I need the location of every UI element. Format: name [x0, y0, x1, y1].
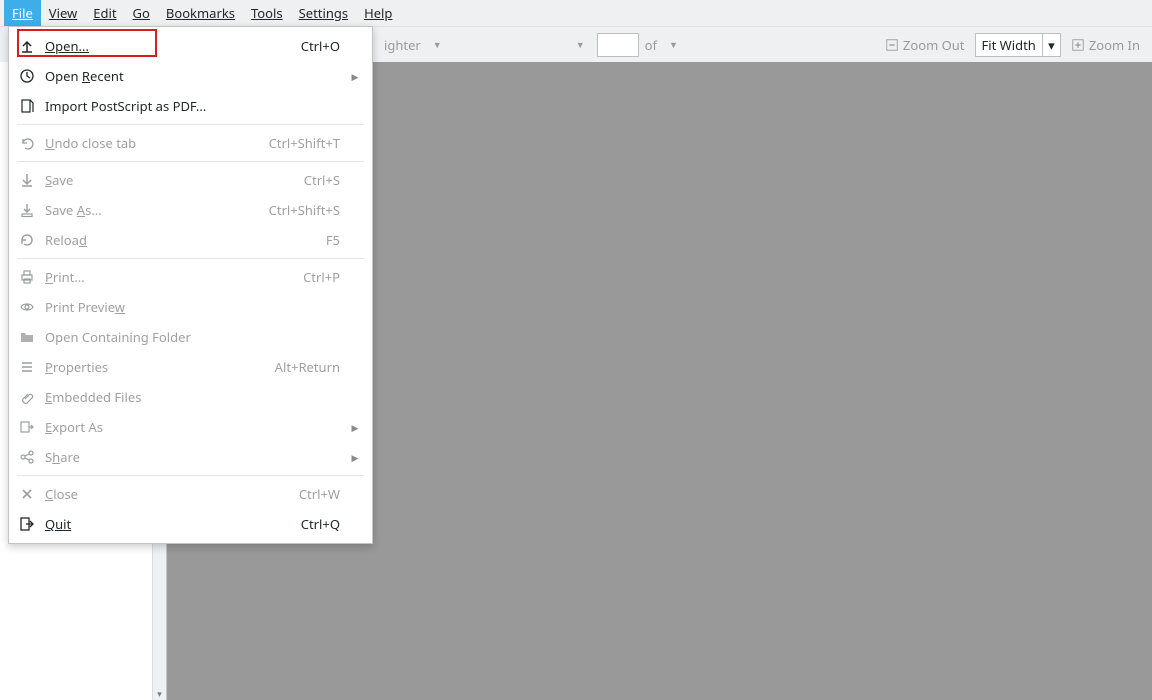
menu-separator	[17, 475, 364, 476]
menuitem-print-preview: Print Preview	[9, 292, 372, 322]
toolbar-page-input[interactable]	[597, 33, 639, 57]
menuitem-save-shortcut: Ctrl+S	[304, 171, 340, 189]
menu-separator	[17, 124, 364, 125]
menuitem-print-label: Print...	[45, 268, 293, 286]
menuitem-close-shortcut: Ctrl+W	[299, 485, 340, 503]
menuitem-close-label: Close	[45, 485, 289, 503]
toolbar-page-next-drop[interactable]: ▼	[663, 38, 684, 51]
menuitem-save-as: Save As... Ctrl+Shift+S	[9, 195, 372, 225]
menuitem-undo-close-tab: Undo close tab Ctrl+Shift+T	[9, 128, 372, 158]
export-icon	[19, 419, 35, 435]
toolbar-page-prev-drop[interactable]: ▼	[570, 38, 591, 51]
menuitem-import-ps[interactable]: Import PostScript as PDF...	[9, 91, 372, 121]
menuitem-open-recent-label: Open Recent	[45, 67, 340, 85]
menuitem-print-preview-label: Print Preview	[45, 298, 340, 316]
share-icon	[19, 449, 35, 465]
reload-icon	[19, 232, 35, 248]
menuitem-undo-close-shortcut: Ctrl+Shift+T	[269, 134, 340, 152]
print-icon	[19, 269, 35, 285]
clock-icon	[19, 68, 35, 84]
menu-edit[interactable]: Edit	[85, 0, 124, 26]
menuitem-export-as: Export As ▶	[9, 412, 372, 442]
save-as-icon	[19, 202, 35, 218]
menuitem-open-label: Open...	[45, 37, 291, 55]
menuitem-save-label: Save	[45, 171, 294, 189]
menuitem-reload: Reload F5	[9, 225, 372, 255]
menuitem-share: Share ▶	[9, 442, 372, 472]
toolbar-highlighter-drop[interactable]: ▼	[427, 38, 448, 51]
file-menu-dropdown: Open... Ctrl+O Open Recent ▶ Import Post…	[8, 26, 373, 544]
zoom-out-label: Zoom Out	[903, 36, 965, 54]
menuitem-save-as-label: Save As...	[45, 201, 259, 219]
import-icon	[19, 98, 35, 114]
menuitem-open-folder-label: Open Containing Folder	[45, 328, 340, 346]
menuitem-import-ps-label: Import PostScript as PDF...	[45, 97, 340, 115]
menuitem-properties: Properties Alt+Return	[9, 352, 372, 382]
toolbar-of-label: of	[645, 36, 657, 54]
quit-icon	[19, 516, 35, 532]
zoom-in-label: Zoom In	[1089, 36, 1140, 54]
menuitem-print-shortcut: Ctrl+P	[303, 268, 340, 286]
menuitem-export-as-label: Export As	[45, 418, 340, 436]
submenu-arrow-icon: ▶	[350, 421, 360, 434]
menuitem-open-shortcut: Ctrl+O	[301, 37, 340, 55]
save-icon	[19, 172, 35, 188]
menuitem-open-containing-folder: Open Containing Folder	[9, 322, 372, 352]
menu-bookmarks[interactable]: Bookmarks	[158, 0, 243, 26]
menu-file[interactable]: File	[4, 0, 41, 26]
submenu-arrow-icon: ▶	[350, 70, 360, 83]
menuitem-properties-shortcut: Alt+Return	[275, 358, 340, 376]
menuitem-print: Print... Ctrl+P	[9, 262, 372, 292]
zoom-combo[interactable]: Fit Width ▾	[975, 33, 1061, 57]
zoom-in-icon	[1071, 38, 1085, 52]
menuitem-open[interactable]: Open... Ctrl+O	[9, 31, 372, 61]
menubar: File View Edit Go Bookmarks Tools Settin…	[0, 0, 1152, 26]
undo-icon	[19, 135, 35, 151]
menuitem-close: Close Ctrl+W	[9, 479, 372, 509]
menuitem-quit-shortcut: Ctrl+Q	[301, 515, 340, 533]
zoom-in-button[interactable]: Zoom In	[1067, 34, 1144, 56]
menu-go[interactable]: Go	[125, 0, 158, 26]
menuitem-save-as-shortcut: Ctrl+Shift+S	[269, 201, 340, 219]
menu-view[interactable]: View	[41, 0, 85, 26]
menuitem-save: Save Ctrl+S	[9, 165, 372, 195]
menuitem-reload-shortcut: F5	[326, 231, 340, 249]
menu-separator	[17, 258, 364, 259]
open-icon	[19, 38, 35, 54]
menuitem-reload-label: Reload	[45, 231, 316, 249]
folder-icon	[19, 329, 35, 345]
zoom-combo-drop[interactable]: ▾	[1042, 34, 1060, 56]
zoom-out-button[interactable]: Zoom Out	[881, 34, 969, 56]
attachment-icon	[19, 389, 35, 405]
menu-settings[interactable]: Settings	[291, 0, 356, 26]
zoom-out-icon	[885, 38, 899, 52]
menuitem-share-label: Share	[45, 448, 340, 466]
menuitem-quit[interactable]: Quit Ctrl+Q	[9, 509, 372, 539]
menu-separator	[17, 161, 364, 162]
properties-icon	[19, 359, 35, 375]
menuitem-embedded-files: Embedded Files	[9, 382, 372, 412]
toolbar-highlighter-label: ighter	[384, 36, 421, 54]
eye-icon	[19, 299, 35, 315]
menuitem-quit-label: Quit	[45, 515, 291, 533]
menuitem-embedded-label: Embedded Files	[45, 388, 340, 406]
menuitem-open-recent[interactable]: Open Recent ▶	[9, 61, 372, 91]
menuitem-properties-label: Properties	[45, 358, 265, 376]
submenu-arrow-icon: ▶	[350, 451, 360, 464]
zoom-combo-value: Fit Width	[976, 36, 1042, 54]
menu-help[interactable]: Help	[356, 0, 400, 26]
close-icon	[19, 486, 35, 502]
menu-tools[interactable]: Tools	[243, 0, 291, 26]
scroll-down-icon[interactable]: ▾	[153, 686, 166, 700]
menuitem-undo-close-label: Undo close tab	[45, 134, 259, 152]
